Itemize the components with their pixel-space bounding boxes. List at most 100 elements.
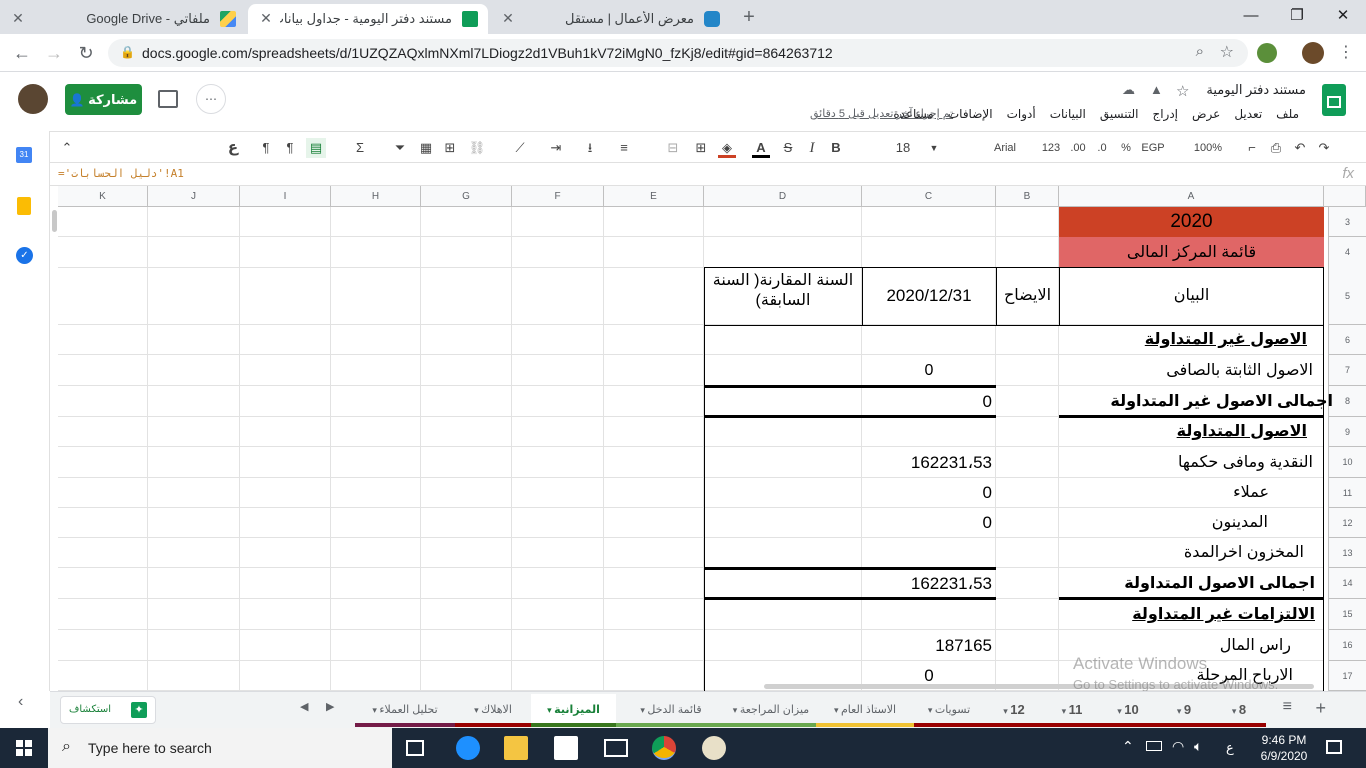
close-window-button[interactable]: ✕: [1320, 4, 1366, 28]
meet-present-icon[interactable]: ⋯: [196, 84, 226, 114]
star-icon[interactable]: ☆: [1176, 82, 1189, 100]
cell-B16[interactable]: [996, 630, 1059, 661]
cell-D8[interactable]: [704, 386, 862, 417]
paint-icon[interactable]: [702, 736, 726, 760]
row-header-13[interactable]: 13: [1328, 538, 1366, 568]
cell-H11[interactable]: [331, 478, 421, 508]
cell-I11[interactable]: [240, 478, 331, 508]
cell-F15[interactable]: [512, 599, 604, 630]
cell-J7[interactable]: [148, 355, 240, 386]
cell-J5[interactable]: [148, 267, 240, 325]
font-family-select[interactable]: Arial: [980, 138, 1030, 158]
chevron-down-icon[interactable]: ▼: [928, 138, 940, 158]
forward-icon[interactable]: →: [42, 41, 66, 65]
cell-I14[interactable]: [240, 568, 331, 599]
cell-D11[interactable]: [704, 478, 862, 508]
sheet-tab-3[interactable]: 10 ▾: [1100, 694, 1156, 727]
cell-J11[interactable]: [148, 478, 240, 508]
menu-kebab-icon[interactable]: ⋮: [1338, 42, 1354, 62]
sheet-tab-4[interactable]: 11 ▾: [1044, 694, 1100, 727]
cell-D12[interactable]: [704, 508, 862, 538]
sheet-tab-12[interactable]: تحليل العملاء ▾: [355, 694, 455, 727]
cell-I15[interactable]: [240, 599, 331, 630]
cell-I6[interactable]: [240, 325, 331, 355]
cell-D16[interactable]: [704, 630, 862, 661]
cell-F14[interactable]: [512, 568, 604, 599]
cell-E8[interactable]: [604, 386, 704, 417]
file-explorer-icon[interactable]: [504, 736, 528, 760]
chrome-icon[interactable]: [652, 736, 676, 760]
cell-B12[interactable]: [996, 508, 1059, 538]
undo-icon[interactable]: ↶: [1292, 138, 1308, 158]
cell-H5[interactable]: [331, 267, 421, 325]
link-icon[interactable]: ⛓: [468, 138, 486, 158]
cell-K12[interactable]: [58, 508, 148, 538]
cell-F13[interactable]: [512, 538, 604, 568]
cell-K16[interactable]: [58, 630, 148, 661]
cell-J8[interactable]: [148, 386, 240, 417]
chevron-down-icon[interactable]: ▾: [1062, 706, 1069, 716]
omnibox[interactable]: 🔒 docs.google.com/spreadsheets/d/1UZQZAQ…: [108, 39, 1248, 67]
cell-I5[interactable]: [240, 267, 331, 325]
menu-edit[interactable]: تعديل: [1227, 107, 1269, 121]
column-header-k[interactable]: K: [58, 186, 148, 207]
cell-D7[interactable]: [704, 355, 862, 386]
column-header-j[interactable]: J: [148, 186, 240, 207]
cell-B9[interactable]: [996, 417, 1059, 447]
cell-C4[interactable]: [862, 237, 996, 268]
cell-F6[interactable]: [512, 325, 604, 355]
cell-H14[interactable]: [331, 568, 421, 599]
cell-G11[interactable]: [421, 478, 512, 508]
back-icon[interactable]: ←: [10, 41, 34, 65]
bookmark-star-icon[interactable]: ☆: [1220, 42, 1234, 62]
cell-D13[interactable]: [704, 538, 862, 568]
input-language[interactable]: ع: [1226, 740, 1234, 756]
row-header-10[interactable]: 10: [1328, 447, 1366, 478]
cell-J9[interactable]: [148, 417, 240, 447]
cell-I3[interactable]: [240, 207, 331, 237]
column-header-f[interactable]: F: [512, 186, 604, 207]
row-header-11[interactable]: 11: [1328, 478, 1366, 508]
browser-tab-sheets[interactable]: مستند دفتر اليومية - جداول بيانات Google…: [248, 4, 488, 34]
cell-K10[interactable]: [58, 447, 148, 478]
sheet-tab-6[interactable]: تسويات ▾: [914, 694, 984, 727]
menu-format[interactable]: التنسيق: [1093, 107, 1146, 121]
cell-E7[interactable]: [604, 355, 704, 386]
decrease-decimal-button[interactable]: .0: [1092, 138, 1112, 158]
taskbar-search[interactable]: ⌕ Type here to search: [48, 728, 392, 768]
column-header-c[interactable]: C: [862, 186, 996, 207]
cell-H9[interactable]: [331, 417, 421, 447]
cell-J15[interactable]: [148, 599, 240, 630]
filter-icon[interactable]: ⏷: [392, 138, 408, 158]
formula-bar[interactable]: ='دليل الحسابات'!A1 fx: [50, 163, 1366, 186]
sheet-tab-9[interactable]: قائمة الدخل ▾: [616, 694, 726, 727]
cell-H12[interactable]: [331, 508, 421, 538]
volume-icon[interactable]: 🔈︎: [1194, 738, 1202, 755]
print-icon[interactable]: ⎙: [1268, 138, 1284, 158]
reload-icon[interactable]: ↻: [74, 41, 98, 65]
keep-icon[interactable]: [17, 197, 31, 215]
cell-H4[interactable]: [331, 237, 421, 268]
cell-G16[interactable]: [421, 630, 512, 661]
cell-K4[interactable]: [58, 237, 148, 268]
cell-H17[interactable]: [331, 661, 421, 691]
cell-J13[interactable]: [148, 538, 240, 568]
column-header-d[interactable]: D: [704, 186, 862, 207]
cell-K15[interactable]: [58, 599, 148, 630]
cell-E14[interactable]: [604, 568, 704, 599]
sheet-tab-11[interactable]: الاهلاك ▾: [455, 694, 531, 727]
cell-E3[interactable]: [604, 207, 704, 237]
cell-G9[interactable]: [421, 417, 512, 447]
cell-F12[interactable]: [512, 508, 604, 538]
notifications-icon[interactable]: [1326, 740, 1342, 754]
text-wrap-icon[interactable]: ⇥: [548, 138, 564, 158]
sheets-logo-icon[interactable]: [1322, 84, 1346, 116]
menu-tools[interactable]: أدوات: [1000, 107, 1043, 121]
cell-D10[interactable]: [704, 447, 862, 478]
vertical-align-icon[interactable]: ⭳: [582, 138, 598, 158]
rtl-direction-button[interactable]: ع: [224, 138, 242, 158]
select-all-corner[interactable]: [1324, 186, 1366, 207]
cell-F3[interactable]: [512, 207, 604, 237]
cell-I17[interactable]: [240, 661, 331, 691]
strikethrough-button[interactable]: S: [780, 138, 796, 158]
